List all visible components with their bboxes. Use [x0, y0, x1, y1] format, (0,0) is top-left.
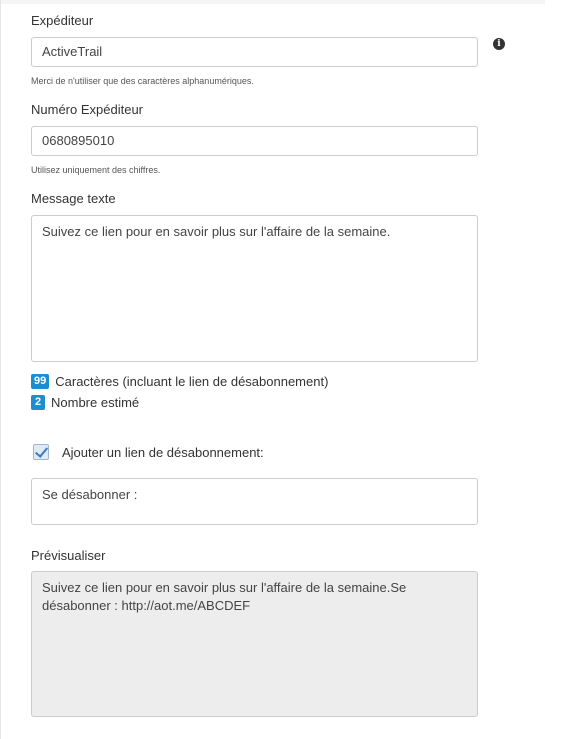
estimate-count-badge: 2	[31, 395, 45, 410]
unsubscribe-checkbox[interactable]	[33, 444, 49, 460]
estimate-counter-row: 2 Nombre estimé	[31, 395, 139, 410]
message-textarea[interactable]: Suivez ce lien pour en savoir plus sur l…	[31, 215, 478, 362]
sender-help-text: Merci de n'utiliser que des caractères a…	[31, 76, 254, 86]
unsubscribe-checkbox-label: Ajouter un lien de désabonnement:	[62, 444, 264, 460]
sender-number-input[interactable]: 0680895010	[31, 126, 478, 156]
sender-label: Expéditeur	[31, 13, 94, 28]
preview-label: Prévisualiser	[31, 548, 106, 563]
estimate-count-label: Nombre estimé	[51, 395, 140, 410]
chars-counter-row: 99 Caractères (incluant le lien de désab…	[31, 374, 328, 389]
sender-input[interactable]: ActiveTrail	[31, 37, 478, 67]
sender-number-label: Numéro Expéditeur	[31, 102, 143, 117]
info-icon[interactable]: i	[493, 38, 505, 50]
chars-count-label: Caractères (incluant le lien de désabonn…	[55, 374, 329, 389]
sender-number-help-text: Utilisez uniquement des chiffres.	[31, 165, 161, 175]
unsubscribe-checkbox-row[interactable]: Ajouter un lien de désabonnement:	[33, 444, 264, 460]
unsubscribe-text-input[interactable]: Se désabonner :	[31, 478, 478, 525]
top-border	[0, 0, 545, 4]
left-border	[0, 0, 1, 739]
preview-box: Suivez ce lien pour en savoir plus sur l…	[31, 571, 478, 717]
message-label: Message texte	[31, 191, 116, 206]
chars-count-badge: 99	[31, 374, 50, 389]
